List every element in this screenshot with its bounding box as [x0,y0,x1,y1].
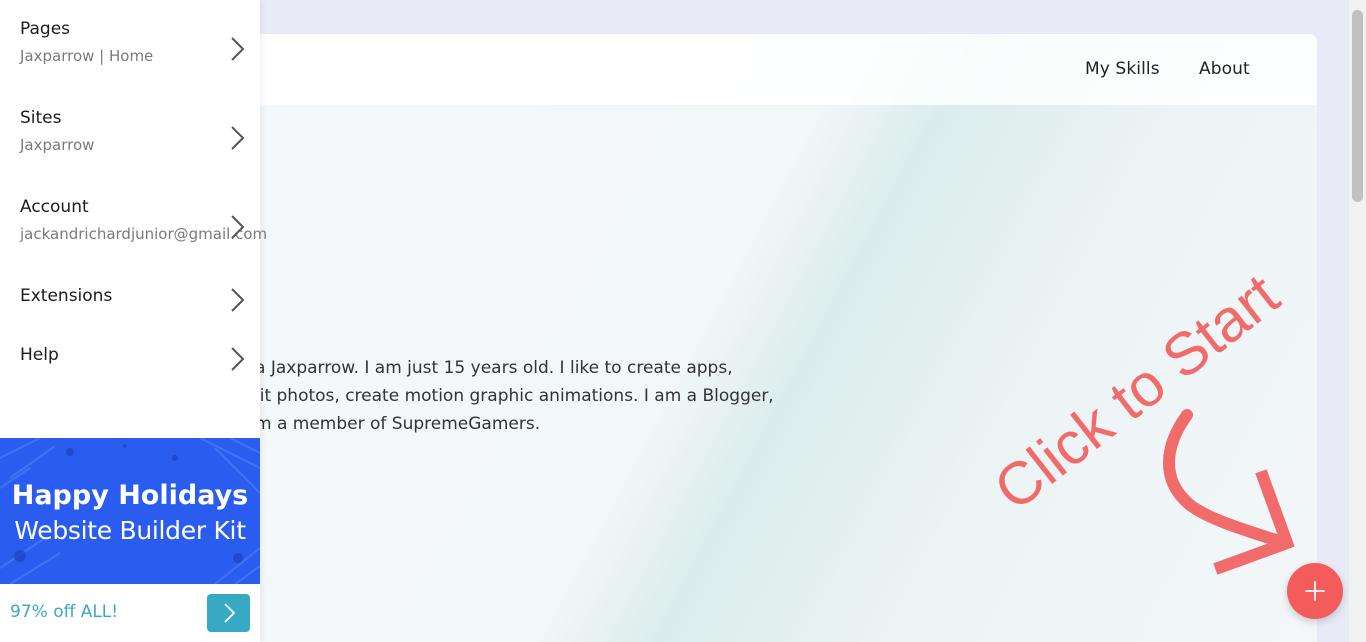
nav-link-about[interactable]: About [1199,59,1250,79]
nav-link-my-skills[interactable]: My Skills [1085,59,1160,79]
sidebar-menu: Pages Jaxparrow | Home Sites Jaxparrow A… [0,0,267,642]
sidebar-item-subtitle: Jaxparrow [20,136,95,154]
promo-offer-bar: 97% off ALL! [0,584,260,642]
holiday-promo-banner[interactable]: Happy Holidays Website Builder Kit [0,438,260,584]
page-canvas: My Skills About a Jaxparrow. I am just 1… [130,34,1317,642]
sidebar-item-pages[interactable]: Pages Jaxparrow | Home [0,0,260,89]
chevron-right-icon [231,288,245,312]
chevron-right-icon [231,215,245,239]
plus-icon [1305,581,1325,601]
sidebar-item-subtitle: Jaxparrow | Home [20,47,154,65]
chevron-right-icon [231,126,245,150]
sidebar-item-title: Account [20,197,89,217]
promo-go-button[interactable] [207,594,250,632]
bio-line: a Jaxparrow. I am just 15 years old. I l… [255,358,733,378]
promo-offer-text: 97% off ALL! [10,602,119,622]
sidebar-item-help[interactable]: Help [0,327,260,387]
sidebar-item-title: Sites [20,108,62,128]
sidebar-item-extensions[interactable]: Extensions [0,267,260,327]
sidebar-item-title: Help [20,345,59,365]
promo-title: Happy Holidays [11,480,249,511]
scrollbar-thumb[interactable] [1352,10,1363,202]
chevron-right-icon [223,603,235,623]
vertical-scrollbar[interactable] [1349,0,1366,642]
promo-subtitle: Website Builder Kit [14,516,246,545]
pine-decoration-icon [0,438,260,584]
sidebar-item-account[interactable]: Account jackandrichardjunior@gmail.com [0,178,267,267]
bio-line: lit photos, create motion graphic animat… [255,386,774,406]
chevron-right-icon [231,347,245,371]
bio-text: a Jaxparrow. I am just 15 years old. I l… [255,354,775,438]
top-navigation: My Skills About [130,34,1317,105]
sidebar-item-title: Pages [20,19,71,39]
sidebar-item-sites[interactable]: Sites Jaxparrow [0,89,260,178]
bio-line: m a member of SupremeGamers. [255,414,541,434]
sidebar-item-title: Extensions [20,286,113,306]
hero-background [130,34,1317,642]
chevron-right-icon [231,37,245,61]
add-section-button[interactable] [1287,563,1343,619]
